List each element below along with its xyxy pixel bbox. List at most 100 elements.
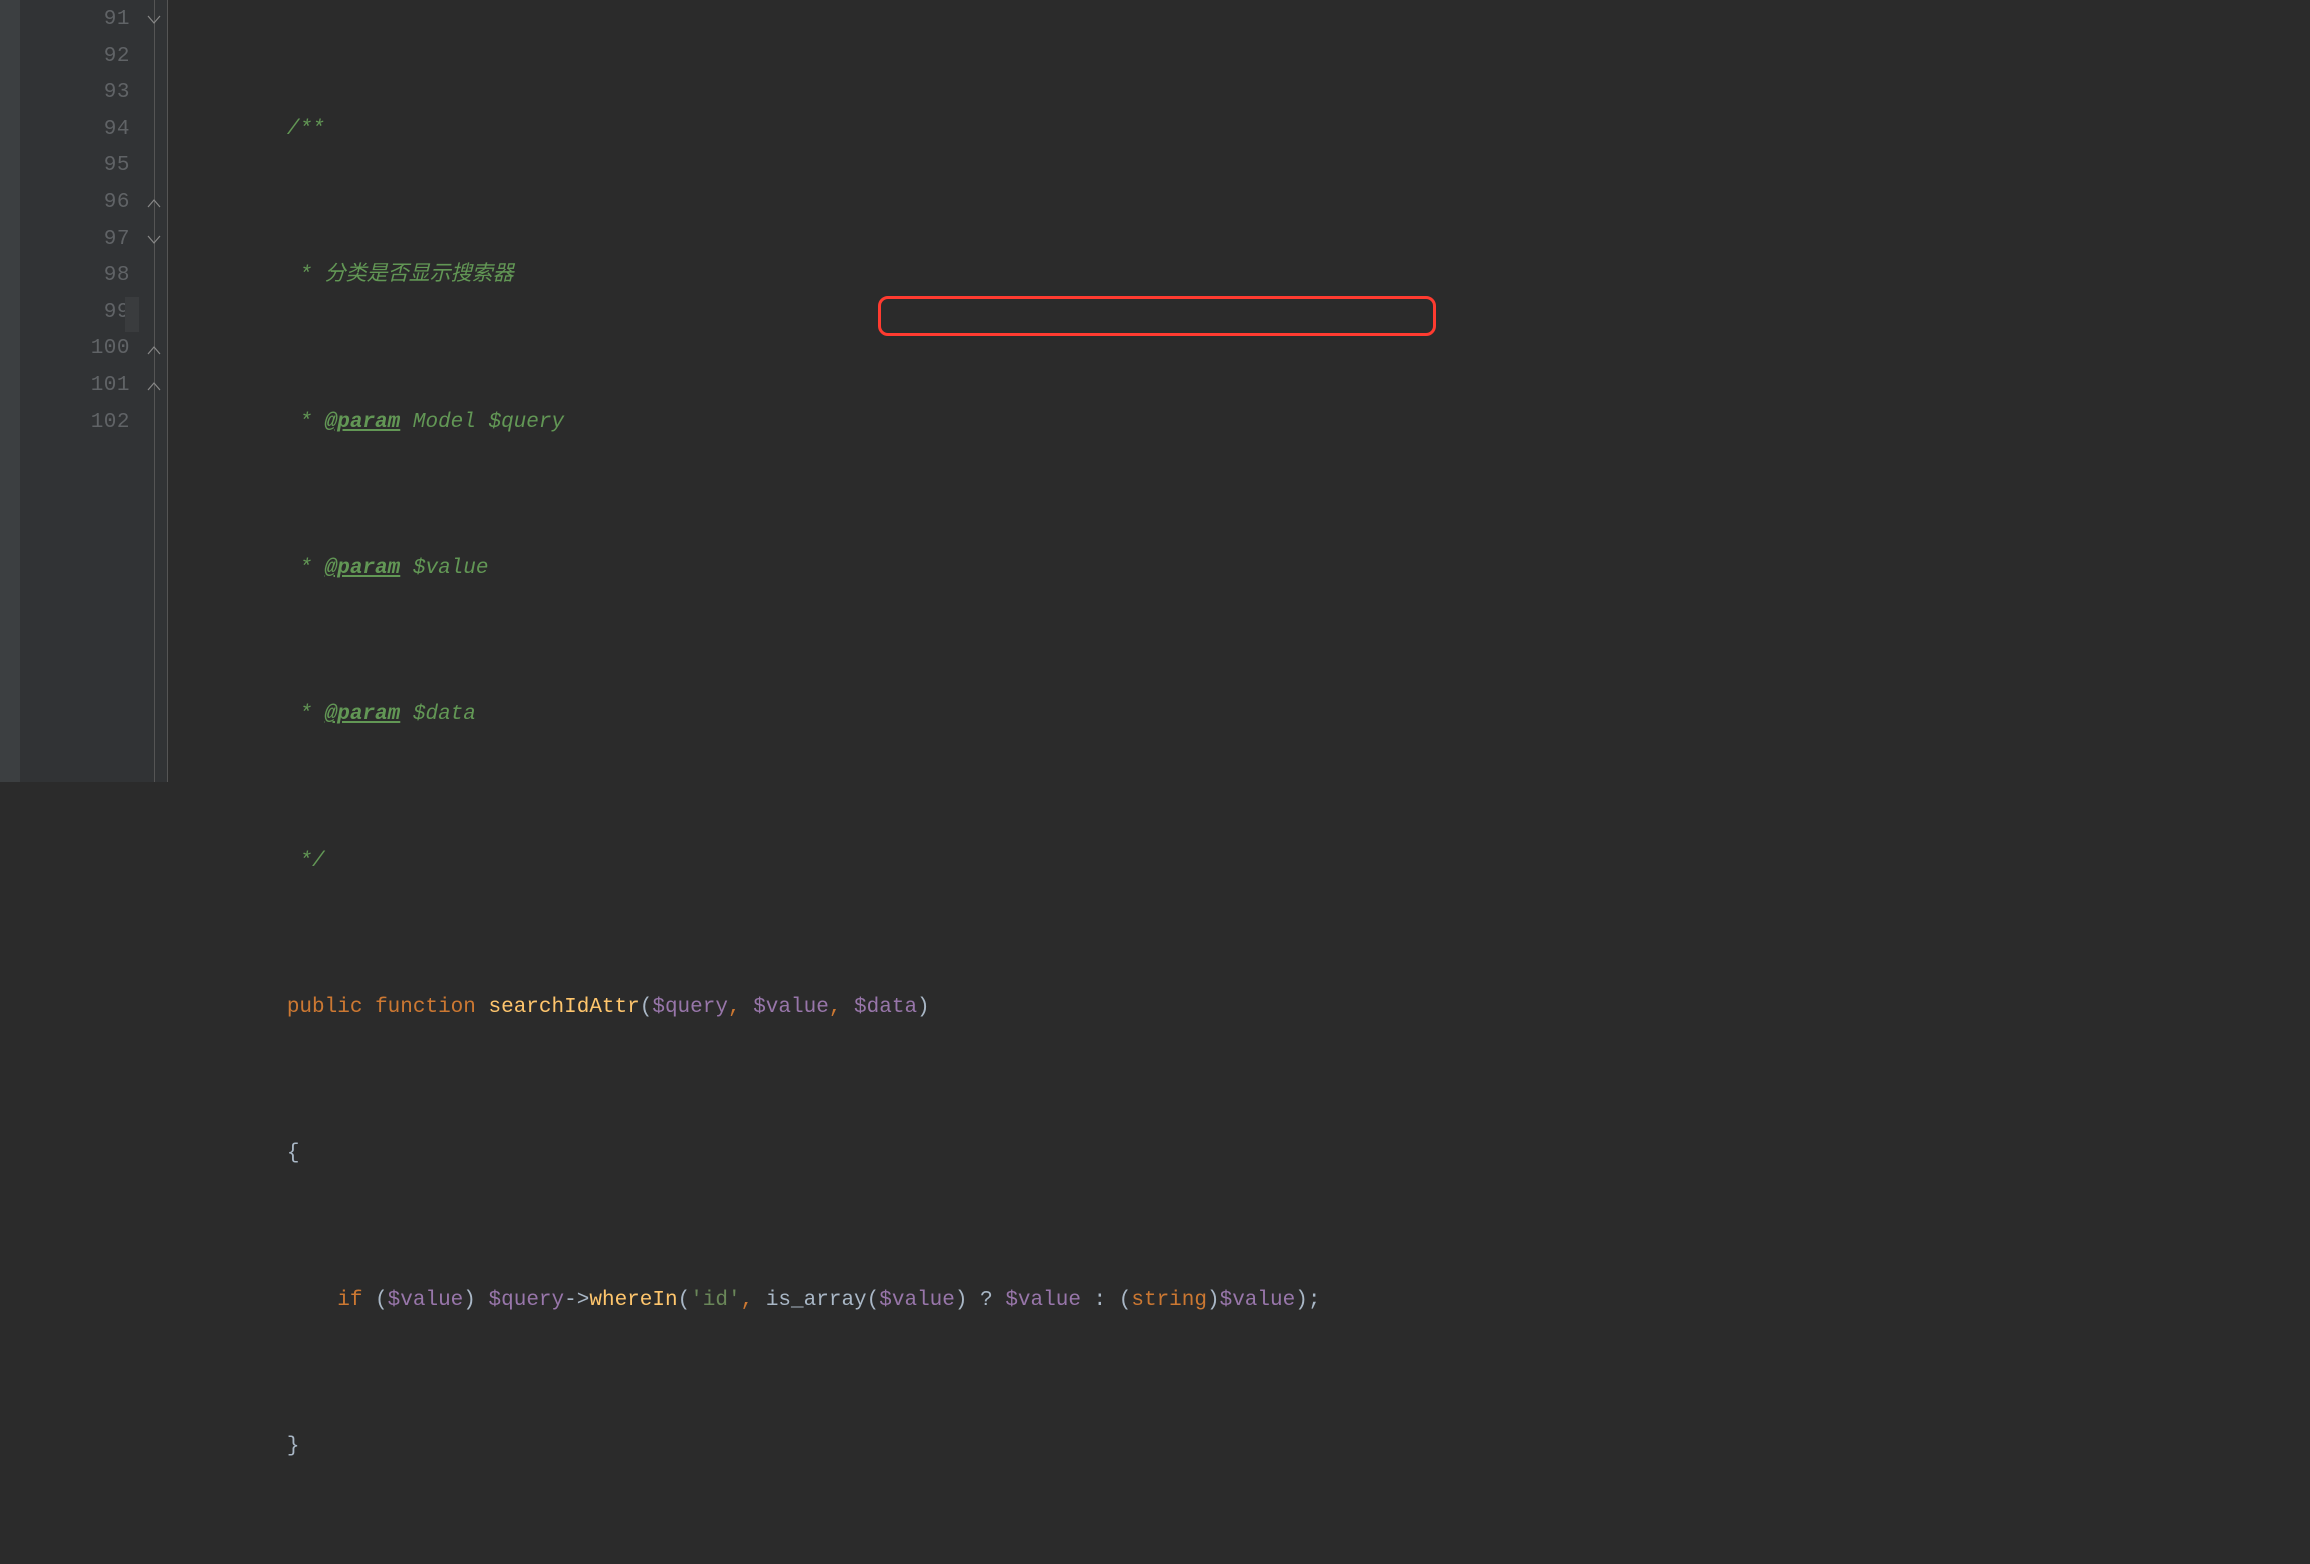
method-name: whereIn [589,1283,677,1320]
paren-open: ( [678,1283,691,1320]
param: $query [652,990,728,1027]
gutter-row[interactable]: 92 [20,39,168,76]
space [362,990,375,1027]
doc-star: * [299,258,324,295]
fold-collapse-icon[interactable] [146,232,162,248]
code-line[interactable]: * @param $value [168,551,2310,588]
doc-tag: @param [325,697,401,734]
doc-star: * [299,405,324,442]
doc-tag: @param [325,405,401,442]
doc-after: $value [400,551,488,588]
indent [186,1429,287,1466]
gutter-row[interactable]: 99 [20,295,168,332]
comma: , [741,1283,766,1320]
caret-gutter-highlight [125,297,139,332]
arrow: -> [564,1283,589,1320]
line-number: 98 [104,258,130,295]
indent [186,844,299,881]
annotation-highlight-box [878,296,1436,336]
fold-expand-icon[interactable] [146,195,162,211]
gutter-row[interactable]: 101 [20,368,168,405]
keyword-function: function [375,990,476,1027]
code-line[interactable]: * 分类是否显示搜索器 [168,258,2310,295]
doc-after: $data [400,697,476,734]
comma: , [728,990,753,1027]
indent [186,112,287,149]
fold-collapse-icon[interactable] [146,12,162,28]
builtin-isarray: is_array [766,1283,867,1320]
space [476,990,489,1027]
code-line[interactable]: { [168,1136,2310,1173]
gutter-row[interactable]: 91 [20,2,168,39]
variable: $value [1005,1283,1081,1320]
paren-open: ( [362,1283,387,1320]
doc-text: 分类是否显示搜索器 [325,258,514,295]
brace-open: { [287,1136,300,1173]
code-area[interactable]: /** * 分类是否显示搜索器 * @param Model $query * … [168,0,2310,782]
ternary-colon: : ( [1081,1283,1131,1320]
doc-tag: @param [325,551,401,588]
keyword-if: if [337,1283,362,1320]
line-number: 101 [91,368,130,405]
function-name: searchIdAttr [489,990,640,1027]
code-line[interactable]: * @param Model $query [168,405,2310,442]
variable: $value [388,1283,464,1320]
fold-expand-icon[interactable] [146,378,162,394]
line-number: 95 [104,148,130,185]
keyword-public: public [287,990,363,1027]
gutter[interactable]: 91 92 93 94 95 96 97 [20,0,168,782]
gutter-row[interactable]: 95 [20,148,168,185]
gutter-row[interactable]: 100 [20,331,168,368]
doc-close: */ [299,844,324,881]
stmt-end: ); [1295,1283,1320,1320]
indent [186,258,299,295]
line-number: 92 [104,39,130,76]
gutter-row[interactable]: 102 [20,405,168,442]
fold-expand-icon[interactable] [146,342,162,358]
doc-open: /** [287,112,325,149]
code-line[interactable]: /** [168,112,2310,149]
paren-close: ) [463,1283,488,1320]
line-number: 102 [91,405,130,442]
param: $data [854,990,917,1027]
ternary-q: ) ? [955,1283,1005,1320]
line-number: 93 [104,75,130,112]
doc-star: * [299,697,324,734]
gutter-row[interactable]: 97 [20,222,168,259]
gutter-row[interactable]: 94 [20,112,168,149]
paren-close: ) [1207,1283,1220,1320]
doc-star: * [299,551,324,588]
gutter-row[interactable]: 98 [20,258,168,295]
line-number: 96 [104,185,130,222]
code-line[interactable]: * @param $data [168,697,2310,734]
variable: $value [1220,1283,1296,1320]
indent [186,1283,337,1320]
cast-string: string [1131,1283,1207,1320]
comma: , [829,990,854,1027]
gutter-row[interactable]: 96 [20,185,168,222]
paren-close: ) [917,990,930,1027]
indent [186,551,299,588]
code-line[interactable]: */ [168,844,2310,881]
line-number: 94 [104,112,130,149]
code-editor: 91 92 93 94 95 96 97 [0,0,2310,782]
param: $value [753,990,829,1027]
code-line[interactable]: } [168,1429,2310,1466]
code-line[interactable]: if ($value) $query->whereIn('id', is_arr… [168,1283,2310,1320]
line-number: 91 [104,2,130,39]
breakpoint-strip[interactable] [0,0,20,782]
paren-open: ( [640,990,653,1027]
indent [186,990,287,1027]
line-number: 97 [104,222,130,259]
string-literal: 'id' [690,1283,740,1320]
brace-close: } [287,1429,300,1466]
variable: $value [879,1283,955,1320]
paren-open: ( [867,1283,880,1320]
code-line[interactable]: public function searchIdAttr($query, $va… [168,990,2310,1027]
doc-after: Model $query [400,405,564,442]
line-number: 100 [91,331,130,368]
indent [186,1136,287,1173]
gutter-row[interactable]: 93 [20,75,168,112]
variable: $query [489,1283,565,1320]
indent [186,405,299,442]
